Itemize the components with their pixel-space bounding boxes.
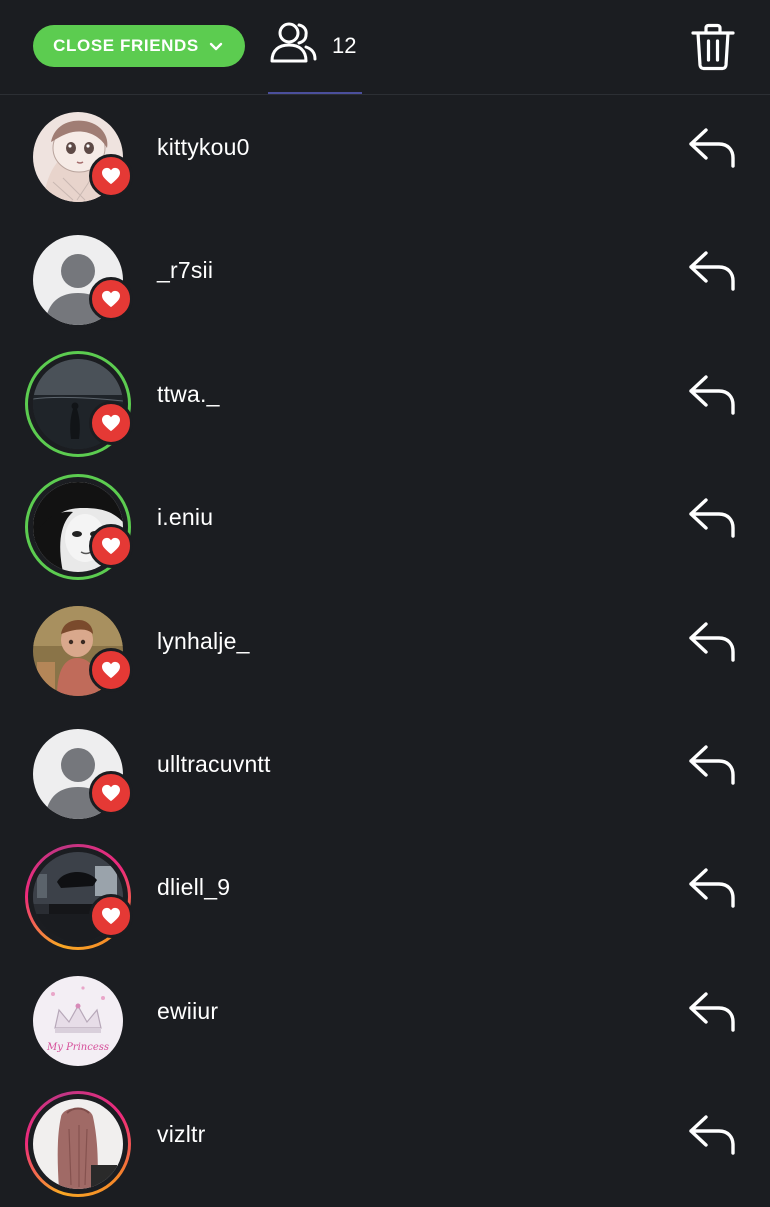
viewers-icon	[268, 20, 318, 73]
close-friend-heart-icon	[89, 400, 133, 445]
viewer-username[interactable]: _r7sii	[157, 257, 213, 284]
avatar[interactable]	[25, 474, 133, 581]
avatar-photo: My Princess	[33, 975, 123, 1066]
story-viewers-header: CLOSE FRIENDS 12	[0, 0, 770, 95]
viewer-username[interactable]: ulltracuvntt	[157, 751, 271, 778]
viewer-username[interactable]: ttwa._	[157, 381, 220, 408]
viewer-row[interactable]: vizltr	[0, 1083, 770, 1206]
avatar[interactable]	[25, 721, 133, 827]
reply-arrow-icon[interactable]	[687, 990, 737, 1034]
avatar[interactable]	[25, 844, 133, 951]
viewer-username[interactable]: vizltr	[157, 1121, 205, 1148]
viewer-count: 12	[332, 33, 357, 58]
close-friends-label: CLOSE FRIENDS	[53, 36, 199, 55]
viewer-username[interactable]: i.eniu	[157, 504, 213, 531]
reply-arrow-icon[interactable]	[687, 373, 737, 417]
avatar[interactable]	[25, 1091, 131, 1198]
viewer-username[interactable]: ewiiur	[157, 998, 218, 1025]
viewer-list: kittykou0 _r7sii ttwa._ i.eniu lynhalje_…	[0, 96, 770, 1207]
viewer-row[interactable]: ttwa._	[0, 343, 770, 466]
avatar[interactable]: My Princess	[25, 968, 131, 1074]
reply-arrow-icon[interactable]	[687, 249, 737, 293]
viewer-row[interactable]: My Princess ewiiur	[0, 960, 770, 1083]
chevron-down-icon	[207, 37, 225, 55]
viewer-row[interactable]: i.eniu	[0, 466, 770, 589]
close-friend-heart-icon	[89, 770, 133, 815]
reply-arrow-icon[interactable]	[687, 866, 737, 910]
viewers-tab[interactable]: 12	[268, 20, 356, 72]
viewer-username[interactable]: kittykou0	[157, 134, 250, 161]
trash-icon[interactable]	[689, 22, 737, 72]
reply-arrow-icon[interactable]	[687, 126, 737, 170]
avatar[interactable]	[25, 350, 133, 457]
active-tab-indicator	[268, 92, 362, 94]
viewer-row[interactable]: dliell_9	[0, 836, 770, 959]
avatar[interactable]	[25, 598, 133, 704]
close-friend-heart-icon	[89, 524, 133, 569]
viewer-row[interactable]: _r7sii	[0, 219, 770, 342]
close-friend-heart-icon	[89, 894, 133, 939]
avatar-photo	[33, 1099, 123, 1190]
close-friend-heart-icon	[89, 277, 133, 322]
close-friend-heart-icon	[89, 647, 133, 692]
viewer-row[interactable]: lynhalje_	[0, 590, 770, 713]
avatar[interactable]	[25, 227, 133, 333]
viewer-username[interactable]: lynhalje_	[157, 628, 250, 655]
close-friend-heart-icon	[89, 154, 133, 198]
avatar-caption: My Princess	[46, 1042, 109, 1053]
reply-arrow-icon[interactable]	[687, 496, 737, 540]
avatar[interactable]	[25, 104, 133, 210]
reply-arrow-icon[interactable]	[687, 743, 737, 787]
close-friends-audience-button[interactable]: CLOSE FRIENDS	[33, 25, 245, 67]
viewer-row[interactable]: ulltracuvntt	[0, 713, 770, 836]
viewer-username[interactable]: dliell_9	[157, 874, 230, 901]
reply-arrow-icon[interactable]	[687, 620, 737, 664]
reply-arrow-icon[interactable]	[687, 1113, 737, 1157]
viewer-row[interactable]: kittykou0	[0, 96, 770, 219]
